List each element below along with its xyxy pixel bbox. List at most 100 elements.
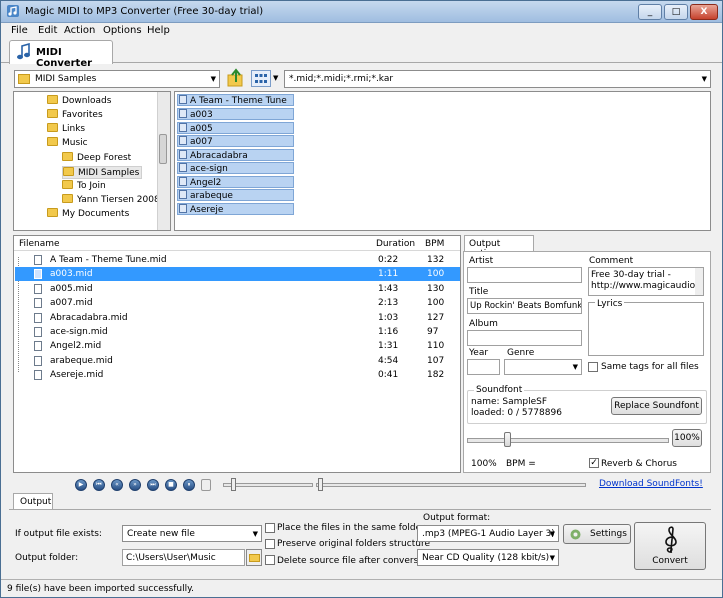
- same-tags-checkbox[interactable]: [588, 362, 598, 372]
- volume-slider-track[interactable]: [467, 438, 669, 443]
- col-duration[interactable]: Duration: [376, 239, 415, 253]
- year-label: Year: [469, 348, 489, 358]
- cell-duration: 1:16: [378, 327, 399, 337]
- tab-output-options[interactable]: Output options:: [464, 235, 534, 259]
- download-soundfonts-link[interactable]: Download SoundFonts!: [599, 479, 703, 489]
- folder-icon: [62, 152, 73, 161]
- delete-source-checkbox[interactable]: [265, 555, 275, 565]
- tab-output[interactable]: Output: [13, 493, 53, 510]
- midi-file-icon: [179, 177, 187, 186]
- tree-item-music[interactable]: Music: [47, 137, 88, 150]
- comment-scrollbar[interactable]: [695, 268, 703, 295]
- pause-icon[interactable]: ⏸: [183, 479, 195, 491]
- file-icon-item[interactable]: Asereje: [177, 203, 294, 215]
- settings-button[interactable]: Settings: [563, 524, 631, 544]
- tree-item-links[interactable]: Links: [47, 123, 85, 136]
- browse-folder-button[interactable]: [246, 549, 262, 566]
- table-row[interactable]: a005.mid 1:43 130: [15, 282, 460, 296]
- table-row[interactable]: ace-sign.mid 1:16 97: [15, 325, 460, 339]
- maximize-button[interactable]: □: [664, 4, 688, 20]
- view-dropdown-arrow[interactable]: ▼: [273, 74, 278, 82]
- folder-tree[interactable]: Downloads Favorites Links Music Deep For…: [13, 91, 171, 231]
- fast-forward-icon[interactable]: »: [129, 479, 141, 491]
- year-field[interactable]: [467, 359, 500, 375]
- preserve-structure-checkbox[interactable]: [265, 539, 275, 549]
- chevron-down-icon: ▼: [252, 530, 258, 538]
- tree-item-midi-samples[interactable]: MIDI Samples: [62, 166, 143, 179]
- chevron-down-icon: ▼: [549, 554, 555, 562]
- tab-midi-converter[interactable]: MIDI Converter: [9, 40, 113, 69]
- menu-edit[interactable]: Edit: [38, 25, 57, 36]
- title-field[interactable]: Up Rockin' Beats Bomfunk MC: [467, 298, 582, 314]
- play-icon[interactable]: ▶: [75, 479, 87, 491]
- artist-field[interactable]: [467, 267, 582, 283]
- menu-help[interactable]: Help: [147, 25, 170, 36]
- seek-slider-thumb[interactable]: [318, 478, 323, 491]
- rewind-icon[interactable]: «: [111, 479, 123, 491]
- table-row[interactable]: Angel2.mid 1:31 110: [15, 339, 460, 353]
- output-folder-field[interactable]: C:\Users\User\Music: [122, 549, 245, 566]
- lyrics-field[interactable]: Lyrics: [588, 299, 704, 356]
- file-icon-item[interactable]: a005: [177, 122, 294, 134]
- same-tags-label: Same tags for all files: [601, 362, 699, 372]
- file-icon-item[interactable]: Abracadabra: [177, 149, 294, 161]
- file-icon-item[interactable]: a003: [177, 108, 294, 120]
- exists-combo[interactable]: Create new file ▼: [122, 525, 262, 542]
- volume-slider-thumb[interactable]: [504, 432, 511, 447]
- view-mode-button[interactable]: [251, 70, 271, 87]
- position-slider-track[interactable]: [223, 483, 313, 487]
- file-list[interactable]: Filename Duration BPM A Team - Theme Tun…: [13, 235, 461, 473]
- file-icon-item[interactable]: A Team - Theme Tune: [177, 94, 294, 106]
- folder-up-icon[interactable]: [227, 68, 245, 88]
- volume-button[interactable]: 100%: [672, 429, 702, 447]
- close-button[interactable]: X: [690, 4, 718, 20]
- seek-slider-track[interactable]: [316, 483, 586, 487]
- file-icon-item[interactable]: a007: [177, 135, 294, 147]
- file-icon-item[interactable]: Angel2: [177, 176, 294, 188]
- album-field[interactable]: [467, 330, 582, 346]
- folder-icon: [47, 95, 58, 104]
- midi-file-icon: [179, 109, 187, 118]
- genre-combo[interactable]: ▼: [504, 359, 582, 375]
- format-value: .mp3 (MPEG-1 Audio Layer 3): [422, 529, 555, 539]
- position-slider-thumb[interactable]: [231, 478, 236, 491]
- comment-field[interactable]: Free 30-day trial - http://www.magicaudi…: [588, 267, 704, 296]
- menu-options[interactable]: Options: [103, 25, 142, 36]
- previous-icon[interactable]: ⏮: [93, 479, 105, 491]
- filter-combo[interactable]: *.mid;*.midi;*.rmi;*.kar ▼: [284, 70, 711, 88]
- table-row[interactable]: a003.mid 1:11 100: [15, 267, 460, 282]
- tree-item-deep-forest[interactable]: Deep Forest: [62, 152, 131, 165]
- stop-icon[interactable]: ■: [165, 479, 177, 491]
- table-row[interactable]: arabeque.mid 4:54 107: [15, 354, 460, 368]
- scrollbar-thumb[interactable]: [159, 134, 167, 164]
- folder-combo[interactable]: MIDI Samples ▼: [14, 70, 220, 88]
- reverb-checkbox[interactable]: ✓: [589, 458, 599, 468]
- next-icon[interactable]: ⏭: [147, 479, 159, 491]
- file-icon-panel[interactable]: A Team - Theme Tune a003 a005 a007 Abrac…: [174, 91, 711, 231]
- table-row[interactable]: A Team - Theme Tune.mid 0:22 132: [15, 253, 460, 267]
- file-icon-label: Abracadabra: [190, 151, 248, 161]
- replace-soundfont-button[interactable]: Replace Soundfont: [611, 397, 702, 415]
- tree-item-downloads[interactable]: Downloads: [47, 95, 111, 108]
- menu-file[interactable]: File: [11, 25, 28, 36]
- midi-file-icon: [179, 123, 187, 132]
- tree-scrollbar[interactable]: [157, 92, 170, 230]
- table-row[interactable]: Abracadabra.mid 1:03 127: [15, 311, 460, 325]
- convert-button[interactable]: Convert: [634, 522, 706, 570]
- minimize-button[interactable]: _: [638, 4, 662, 20]
- tree-item-to-join[interactable]: To Join: [62, 180, 106, 193]
- format-combo[interactable]: .mp3 (MPEG-1 Audio Layer 3) ▼: [417, 525, 559, 542]
- speaker-icon[interactable]: [201, 479, 211, 491]
- tree-item-favorites[interactable]: Favorites: [47, 109, 103, 122]
- quality-combo[interactable]: Near CD Quality (128 kbit/s) ▼: [417, 549, 559, 566]
- tree-item-my-documents[interactable]: My Documents: [47, 208, 129, 221]
- col-bpm[interactable]: BPM: [425, 239, 444, 253]
- table-row[interactable]: Asereje.mid 0:41 182: [15, 368, 460, 382]
- menu-action[interactable]: Action: [64, 25, 95, 36]
- col-filename[interactable]: Filename: [19, 239, 60, 253]
- same-folder-checkbox[interactable]: [265, 523, 275, 533]
- file-icon-item[interactable]: arabeque: [177, 189, 294, 201]
- table-row[interactable]: a007.mid 2:13 100: [15, 296, 460, 310]
- file-icon-item[interactable]: ace-sign: [177, 162, 294, 174]
- tree-item-yann-tiersen[interactable]: Yann Tiersen 2008: [62, 194, 160, 207]
